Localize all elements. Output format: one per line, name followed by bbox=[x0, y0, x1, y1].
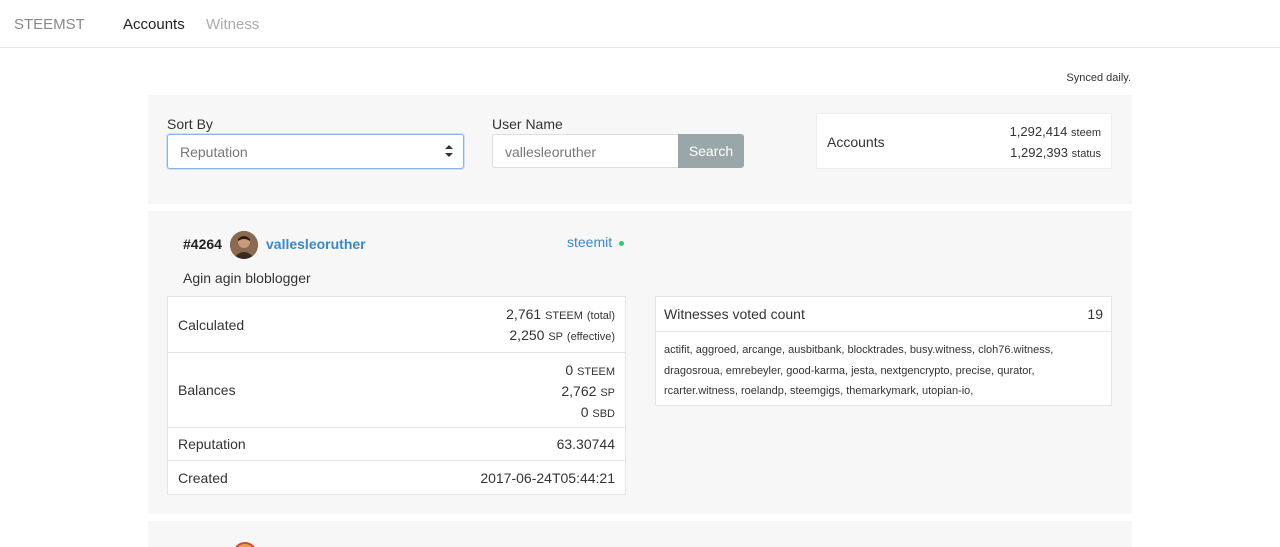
calculated-effective-value: 2,250 bbox=[509, 327, 545, 343]
accounts-steem-count: 1,292,414 bbox=[1009, 124, 1068, 139]
online-status-dot bbox=[619, 241, 624, 246]
calculated-total-value: 2,761 bbox=[506, 306, 542, 322]
witnesses-list-line: dragosroua, emrebeyler, good-karma, jest… bbox=[664, 364, 1035, 377]
table-row-reputation: Reputation 63.30744 bbox=[168, 428, 625, 461]
user-name-input[interactable]: vallesleoruther bbox=[492, 134, 678, 168]
witnesses-title: Witnesses voted count bbox=[664, 306, 805, 322]
calculated-effective-note: (effective) bbox=[566, 331, 615, 343]
table-row-calculated: Calculated 2,761 STEEM (total) 2,250 SP … bbox=[168, 297, 625, 353]
balance-steem-value: 0 bbox=[565, 362, 574, 378]
balance-sbd-value: 0 bbox=[580, 404, 589, 420]
search-button[interactable]: Search bbox=[678, 134, 744, 168]
sort-by-value: Reputation bbox=[180, 144, 248, 160]
witnesses-box: Witnesses voted count 19 actifit, aggroe… bbox=[655, 296, 1112, 406]
balance-sp: 2,762 SP bbox=[561, 383, 615, 399]
calculated-total: 2,761 STEEM (total) bbox=[506, 306, 615, 322]
balance-sbd: 0 SBD bbox=[581, 404, 615, 420]
balance-sp-unit: SP bbox=[600, 387, 615, 399]
accounts-status-line: 1,292,393 status bbox=[1010, 145, 1101, 160]
user-name-value: vallesleoruther bbox=[505, 144, 597, 160]
accounts-steem-unit: steem bbox=[1071, 127, 1101, 139]
sort-by-select[interactable]: Reputation bbox=[167, 134, 464, 169]
balance-steem: 0 STEEM bbox=[565, 362, 615, 378]
nav-accounts-link[interactable]: Accounts bbox=[123, 16, 185, 33]
calculated-total-unit: STEEM bbox=[545, 310, 583, 322]
calculated-total-note: (total) bbox=[586, 310, 615, 322]
account-info-table: Calculated 2,761 STEEM (total) 2,250 SP … bbox=[167, 296, 626, 495]
app-link[interactable]: steemit bbox=[567, 234, 612, 250]
next-avatar[interactable] bbox=[233, 542, 257, 547]
accounts-summary-title: Accounts bbox=[827, 134, 885, 150]
balance-steem-unit: STEEM bbox=[577, 366, 615, 378]
nav-witness-link[interactable]: Witness bbox=[206, 16, 259, 33]
calculated-effective: 2,250 SP (effective) bbox=[509, 327, 615, 343]
next-account-card bbox=[148, 521, 1132, 547]
accounts-status-unit: status bbox=[1071, 148, 1101, 160]
synced-note: Synced daily. bbox=[1066, 72, 1131, 84]
witnesses-list-line: rcarter.witness, roelandp, steemgigs, th… bbox=[664, 385, 974, 397]
reputation-label: Reputation bbox=[178, 436, 246, 452]
avatar[interactable] bbox=[230, 231, 258, 259]
avatar-image bbox=[230, 231, 258, 259]
sort-arrows-icon bbox=[445, 145, 453, 157]
accounts-summary-box: Accounts 1,292,414 steem 1,292,393 statu… bbox=[816, 113, 1112, 169]
brand-logo[interactable]: STEEMST bbox=[14, 16, 85, 33]
witnesses-list: actifit, aggroed, arcange, ausbitbank, b… bbox=[664, 340, 1084, 402]
account-card: #4264 vallesleoruther steemit Agin agin … bbox=[148, 211, 1132, 514]
calculated-effective-unit: SP bbox=[548, 331, 564, 343]
user-name-label: User Name bbox=[492, 116, 563, 132]
account-rank: #4264 bbox=[183, 236, 222, 252]
sort-by-label: Sort By bbox=[167, 116, 213, 132]
accounts-steem-line: 1,292,414 steem bbox=[1010, 124, 1101, 139]
reputation-value: 63.30744 bbox=[556, 436, 615, 452]
account-bio: Agin agin bloblogger bbox=[183, 270, 311, 286]
balances-label: Balances bbox=[178, 382, 236, 398]
balance-sp-value: 2,762 bbox=[561, 383, 597, 399]
balance-sbd-unit: SBD bbox=[592, 408, 615, 420]
calculated-label: Calculated bbox=[178, 317, 245, 333]
accounts-status-count: 1,292,393 bbox=[1010, 145, 1069, 160]
top-navbar: STEEMST Accounts Witness bbox=[0, 0, 1280, 48]
search-panel: Sort By Reputation User Name vallesleoru… bbox=[148, 95, 1132, 204]
witnesses-list-line: actifit, aggroed, arcange, ausbitbank, b… bbox=[664, 344, 1054, 356]
created-label: Created bbox=[178, 470, 228, 486]
table-row-balances: Balances 0 STEEM 2,762 SP 0 SBD bbox=[168, 353, 625, 428]
account-username-link[interactable]: vallesleoruther bbox=[266, 236, 366, 252]
witnesses-count: 19 bbox=[1087, 306, 1103, 322]
created-value: 2017-06-24T05:44:21 bbox=[480, 470, 615, 486]
table-row-created: Created 2017-06-24T05:44:21 bbox=[168, 461, 625, 495]
witnesses-header: Witnesses voted count 19 bbox=[656, 297, 1111, 332]
